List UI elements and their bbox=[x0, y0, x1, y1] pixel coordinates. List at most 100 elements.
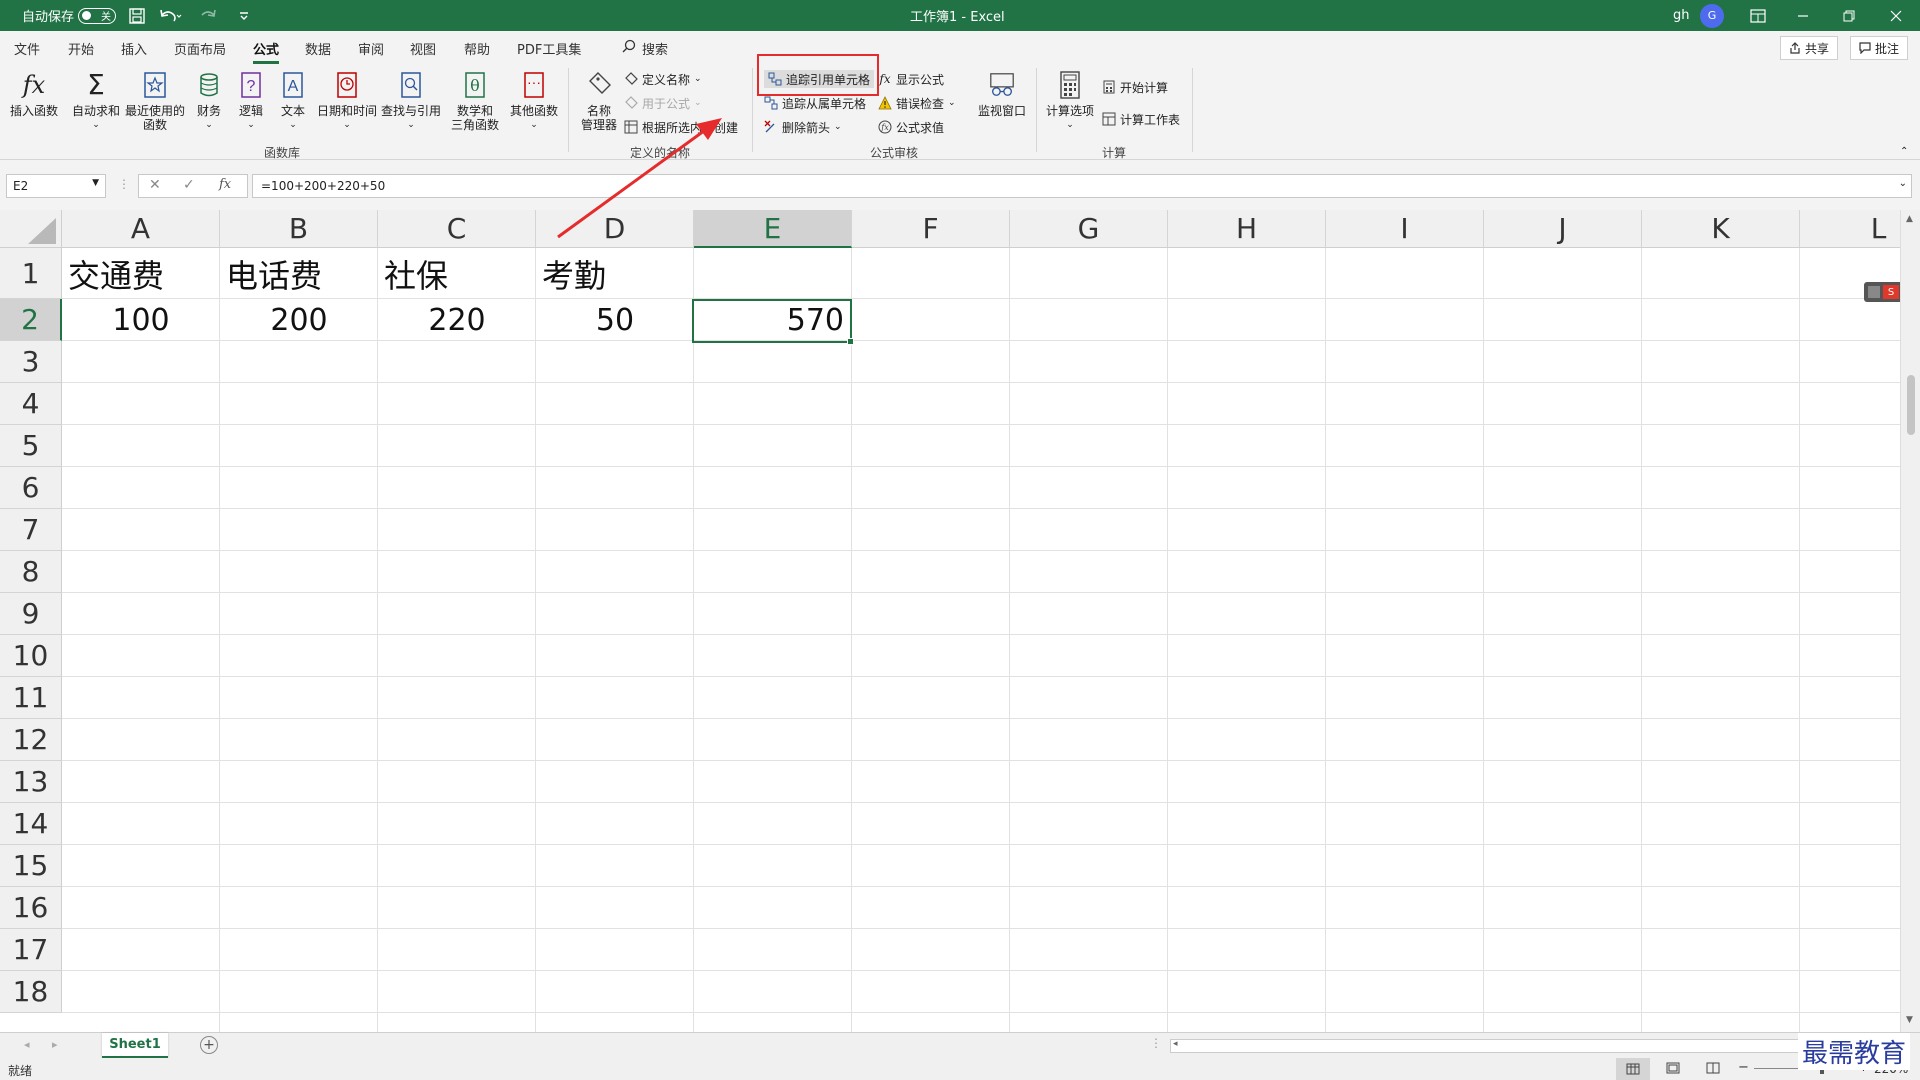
share-button[interactable]: 共享 bbox=[1780, 36, 1839, 60]
row-header-5[interactable]: 5 bbox=[0, 425, 62, 467]
autosave-toggle[interactable]: 关 bbox=[78, 0, 116, 31]
error-checking-button[interactable]: 错误检查 ⌄ bbox=[878, 94, 956, 112]
customize-qat-icon[interactable] bbox=[238, 0, 250, 31]
row-header-8[interactable]: 8 bbox=[0, 551, 62, 593]
tab-help[interactable]: 帮助 bbox=[464, 39, 490, 59]
tab-page-layout[interactable]: 页面布局 bbox=[174, 39, 226, 59]
tab-pdf-tools[interactable]: PDF工具集 bbox=[517, 39, 581, 59]
row-header-17[interactable]: 17 bbox=[0, 929, 62, 971]
cell-d2[interactable]: 50 bbox=[536, 299, 694, 341]
avatar[interactable]: G bbox=[1700, 0, 1724, 31]
scroll-down-icon[interactable]: ▼ bbox=[1906, 1015, 1913, 1025]
column-header-f[interactable]: F bbox=[852, 210, 1010, 248]
row-header-6[interactable]: 6 bbox=[0, 467, 62, 509]
enter-icon[interactable]: ✓ bbox=[183, 177, 195, 193]
cell-b2[interactable]: 200 bbox=[220, 299, 378, 341]
column-header-b[interactable]: B bbox=[220, 210, 378, 248]
name-box[interactable]: E2 ▼ bbox=[6, 174, 106, 198]
row-header-16[interactable]: 16 bbox=[0, 887, 62, 929]
redo-icon[interactable] bbox=[198, 0, 222, 31]
row-header-9[interactable]: 9 bbox=[0, 593, 62, 635]
row-header-3[interactable]: 3 bbox=[0, 341, 62, 383]
row-header-13[interactable]: 13 bbox=[0, 761, 62, 803]
insert-function-button[interactable]: fx 插入函数 bbox=[8, 70, 60, 118]
calculate-sheet-button[interactable]: 计算工作表 bbox=[1102, 110, 1180, 128]
tab-review[interactable]: 审阅 bbox=[358, 39, 384, 59]
undo-icon[interactable] bbox=[158, 0, 182, 31]
calc-options-button[interactable]: 计算选项 ⌄ bbox=[1044, 70, 1096, 132]
cell-c1[interactable]: 社保 bbox=[378, 248, 536, 299]
collapse-ribbon-icon[interactable]: ⌃ bbox=[1900, 146, 1908, 157]
add-sheet-icon[interactable]: + bbox=[200, 1036, 218, 1054]
cell-d1[interactable]: 考勤 bbox=[536, 248, 694, 299]
row-header-15[interactable]: 15 bbox=[0, 845, 62, 887]
cell-a2[interactable]: 100 bbox=[62, 299, 220, 341]
search-box[interactable]: 搜索 bbox=[622, 39, 668, 59]
column-header-j[interactable]: J bbox=[1484, 210, 1642, 248]
keyboard-icon[interactable] bbox=[1868, 286, 1880, 298]
tab-insert[interactable]: 插入 bbox=[121, 39, 147, 59]
scroll-left-icon[interactable]: ◂ bbox=[1173, 1039, 1178, 1049]
show-formulas-button[interactable]: fx 显示公式 bbox=[878, 70, 944, 88]
cell-b1[interactable]: 电话费 bbox=[220, 248, 378, 299]
name-manager-button[interactable]: 名称 管理器 bbox=[576, 70, 622, 132]
remove-arrows-button[interactable]: 删除箭头 ⌄ bbox=[764, 118, 842, 136]
expand-formula-bar-icon[interactable]: ⌄ bbox=[1899, 178, 1907, 189]
tab-formulas[interactable]: 公式 bbox=[253, 39, 280, 64]
trace-dependents-button[interactable]: 追踪从属单元格 bbox=[764, 94, 866, 112]
row-header-1[interactable]: 1 bbox=[0, 248, 62, 299]
row-header-11[interactable]: 11 bbox=[0, 677, 62, 719]
ribbon-display-icon[interactable] bbox=[1750, 0, 1766, 31]
more-functions-button[interactable]: ··· 其他函数 ⌄ bbox=[508, 70, 560, 132]
watch-window-button[interactable]: 监视窗口 bbox=[974, 70, 1030, 118]
save-icon[interactable] bbox=[128, 0, 146, 31]
page-break-view-icon[interactable] bbox=[1706, 1062, 1720, 1077]
comments-button[interactable]: 批注 bbox=[1850, 36, 1909, 60]
row-header-10[interactable]: 10 bbox=[0, 635, 62, 677]
tab-data[interactable]: 数据 bbox=[305, 39, 331, 59]
select-all-corner[interactable] bbox=[0, 210, 62, 248]
cancel-icon[interactable]: ✕ bbox=[149, 177, 161, 193]
cell-c2[interactable]: 220 bbox=[378, 299, 536, 341]
tab-view[interactable]: 视图 bbox=[410, 39, 436, 59]
create-from-selection-button[interactable]: 根据所选内容创建 bbox=[624, 118, 738, 136]
define-name-button[interactable]: 定义名称 ⌄ bbox=[624, 70, 702, 88]
prev-sheet-icon[interactable]: ◂ bbox=[24, 1038, 30, 1051]
spreadsheet-grid[interactable]: A B C D E F G H I J K L 1 2 3 4 5 6 7 8 9 10 11 12 13 14 15 16 17 18 交… bbox=[0, 210, 1900, 1032]
row-header-18[interactable]: 18 bbox=[0, 971, 62, 1013]
tab-file[interactable]: 文件 bbox=[14, 39, 40, 59]
zoom-out-icon[interactable]: − bbox=[1738, 1060, 1749, 1075]
calculate-now-button[interactable]: 开始计算 bbox=[1102, 78, 1168, 96]
page-layout-view-icon[interactable] bbox=[1666, 1062, 1680, 1077]
lookup-button[interactable]: 查找与引用 ⌄ bbox=[380, 70, 442, 132]
minimize-icon[interactable] bbox=[1797, 0, 1809, 31]
tab-home[interactable]: 开始 bbox=[68, 39, 94, 59]
row-header-2[interactable]: 2 bbox=[0, 299, 62, 341]
use-in-formula-button[interactable]: 用于公式 ⌄ bbox=[624, 94, 702, 112]
tab-split-handle[interactable]: ⋮ bbox=[1150, 1036, 1162, 1050]
datetime-button[interactable]: 日期和时间 ⌄ bbox=[316, 70, 378, 132]
column-header-k[interactable]: K bbox=[1642, 210, 1800, 248]
input-method-icon[interactable]: S bbox=[1883, 285, 1899, 299]
restore-icon[interactable] bbox=[1843, 0, 1855, 31]
insert-function-icon[interactable]: fx bbox=[219, 177, 231, 192]
autosum-button[interactable]: Σ 自动求和 ⌄ bbox=[70, 70, 122, 132]
sheet-tab-sheet1[interactable]: Sheet1 bbox=[102, 1033, 168, 1058]
column-header-a[interactable]: A bbox=[62, 210, 220, 248]
column-header-d[interactable]: D bbox=[536, 210, 694, 248]
row-header-7[interactable]: 7 bbox=[0, 509, 62, 551]
formula-input[interactable]: =100+200+220+50 ⌄ bbox=[252, 174, 1912, 198]
more-options-icon[interactable]: ⋮ bbox=[118, 177, 130, 191]
cell-a1[interactable]: 交通费 bbox=[62, 248, 220, 299]
logical-button[interactable]: ? 逻辑 ⌄ bbox=[234, 70, 268, 132]
row-header-4[interactable]: 4 bbox=[0, 383, 62, 425]
row-header-14[interactable]: 14 bbox=[0, 803, 62, 845]
column-header-i[interactable]: I bbox=[1326, 210, 1484, 248]
column-header-e[interactable]: E bbox=[694, 210, 852, 248]
column-header-c[interactable]: C bbox=[378, 210, 536, 248]
next-sheet-icon[interactable]: ▸ bbox=[52, 1038, 58, 1051]
financial-button[interactable]: 财务 ⌄ bbox=[192, 70, 226, 132]
scroll-thumb[interactable] bbox=[1907, 375, 1915, 435]
normal-view-icon[interactable] bbox=[1616, 1058, 1650, 1080]
evaluate-formula-button[interactable]: fx 公式求值 bbox=[878, 118, 944, 136]
